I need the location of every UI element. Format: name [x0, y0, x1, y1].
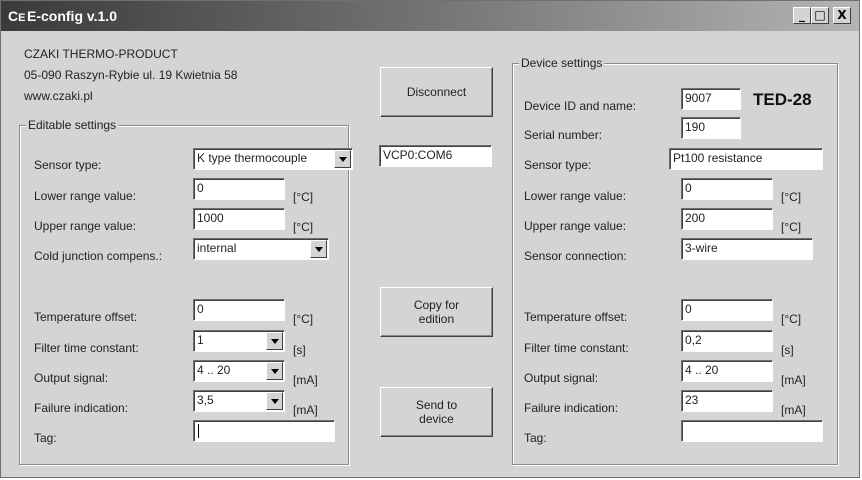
device-filter-label: Filter time constant:: [524, 341, 629, 355]
company-website: www.czaki.pl: [24, 89, 93, 103]
filter-select[interactable]: 1: [193, 330, 285, 352]
text-cursor: [198, 424, 199, 438]
device-filter-unit: [s]: [781, 343, 794, 357]
device-sensor-type-field: Pt100 resistance: [669, 148, 823, 170]
device-failure-label: Failure indication:: [524, 401, 619, 415]
failure-select[interactable]: 3,5: [193, 390, 285, 412]
chevron-down-icon[interactable]: [266, 392, 283, 410]
sensor-type-select[interactable]: K type thermocouple: [193, 148, 353, 170]
output-unit: [mA]: [293, 373, 318, 387]
minimize-button[interactable]: _: [793, 7, 811, 24]
chevron-down-icon[interactable]: [310, 240, 327, 258]
device-lower-range-unit: [°C]: [781, 190, 802, 204]
temp-offset-label: Temperature offset:: [34, 310, 138, 324]
maximize-button[interactable]: □: [811, 7, 829, 24]
sensor-connection-label: Sensor connection:: [524, 249, 627, 263]
failure-value: 3,5: [197, 393, 214, 407]
company-name: CZAKI THERMO-PRODUCT: [24, 47, 178, 61]
output-label: Output signal:: [34, 371, 109, 385]
device-output-field: 4 .. 20: [681, 360, 773, 382]
upper-range-input[interactable]: 1000: [193, 208, 285, 230]
send-to-device-button[interactable]: Send to device: [380, 387, 493, 437]
device-upper-range-unit: [°C]: [781, 220, 802, 234]
device-settings-legend: Device settings: [519, 56, 605, 70]
device-model-name: TED-28: [753, 90, 812, 109]
tag-input[interactable]: [193, 420, 335, 442]
serial-field: 190: [681, 117, 741, 139]
failure-label: Failure indication:: [34, 401, 129, 415]
lower-range-unit: [°C]: [293, 190, 314, 204]
temp-offset-input[interactable]: 0: [193, 299, 285, 321]
chevron-down-icon[interactable]: [334, 150, 351, 168]
app-window: CE E-config v.1.0 _ □ X CZAKI THERMO-PRO…: [0, 0, 860, 478]
filter-label: Filter time constant:: [34, 341, 139, 355]
device-id-label: Device ID and name:: [524, 99, 637, 113]
chevron-down-icon[interactable]: [266, 362, 283, 380]
device-lower-range-label: Lower range value:: [524, 189, 627, 203]
filter-unit: [s]: [293, 343, 306, 357]
lower-range-input[interactable]: 0: [193, 178, 285, 200]
title-bar[interactable]: CE E-config v.1.0 _ □ X: [1, 1, 859, 31]
upper-range-unit: [°C]: [293, 220, 314, 234]
upper-range-label: Upper range value:: [34, 219, 137, 233]
cold-junction-value: internal: [197, 241, 237, 255]
copy-for-edition-button[interactable]: Copy for edition: [380, 287, 493, 337]
device-lower-range-field: 0: [681, 178, 773, 200]
device-id-field: 9007: [681, 88, 741, 110]
ce-icon: CE: [8, 8, 26, 24]
disconnect-button[interactable]: Disconnect: [380, 67, 493, 117]
device-sensor-type-label: Sensor type:: [524, 158, 592, 172]
temp-offset-unit: [°C]: [293, 312, 314, 326]
failure-unit: [mA]: [293, 403, 318, 417]
sensor-connection-field: 3-wire: [681, 238, 813, 260]
port-field: VCP0:COM6: [379, 145, 492, 167]
device-temp-offset-unit: [°C]: [781, 312, 802, 326]
company-address: 05-090 Raszyn-Rybie ul. 19 Kwietnia 58: [24, 68, 238, 82]
device-failure-field: 23: [681, 390, 773, 412]
lower-range-label: Lower range value:: [34, 189, 137, 203]
device-tag-label: Tag:: [524, 431, 547, 445]
device-upper-range-field: 200: [681, 208, 773, 230]
device-failure-unit: [mA]: [781, 403, 806, 417]
window-title: E-config v.1.0: [27, 8, 117, 24]
chevron-down-icon[interactable]: [266, 332, 283, 350]
device-filter-field: 0,2: [681, 330, 773, 352]
filter-value: 1: [197, 333, 204, 347]
sensor-type-value: K type thermocouple: [197, 151, 308, 165]
output-select[interactable]: 4 .. 20: [193, 360, 285, 382]
device-temp-offset-field: 0: [681, 299, 773, 321]
sensor-type-label: Sensor type:: [34, 158, 102, 172]
editable-settings-legend: Editable settings: [26, 118, 119, 132]
serial-label: Serial number:: [524, 128, 603, 142]
tag-label: Tag:: [34, 431, 57, 445]
output-value: 4 .. 20: [197, 363, 231, 377]
cold-junction-select[interactable]: internal: [193, 238, 329, 260]
device-temp-offset-label: Temperature offset:: [524, 310, 628, 324]
device-tag-field: [681, 420, 823, 442]
cold-junction-label: Cold junction compens.:: [34, 249, 163, 263]
device-upper-range-label: Upper range value:: [524, 219, 627, 233]
device-output-unit: [mA]: [781, 373, 806, 387]
close-button[interactable]: X: [833, 7, 851, 24]
device-output-label: Output signal:: [524, 371, 599, 385]
